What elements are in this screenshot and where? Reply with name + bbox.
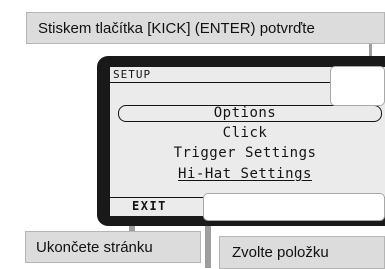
screen-title: SETUP	[113, 68, 152, 81]
exit-callout-text: Ukončete stránku	[36, 238, 153, 256]
menu-item-trigger-settings[interactable]: Trigger Settings	[110, 145, 380, 161]
callout-marker-upper	[330, 66, 385, 106]
menu-item-click[interactable]: Click	[110, 125, 380, 141]
confirm-callout: Stiskem tlačítka [KICK] (ENTER) potvrďte	[26, 12, 385, 44]
callout-marker-lower	[203, 193, 385, 221]
select-callout: Zvolte položku	[219, 236, 385, 269]
menu-item-hi-hat-settings[interactable]: Hi-Hat Settings	[110, 166, 380, 182]
menu-item-options[interactable]: Options	[110, 105, 380, 121]
select-callout-text: Zvolte položku	[232, 244, 329, 261]
exit-button[interactable]: EXIT	[132, 198, 167, 214]
exit-callout: Ukončete stránku	[25, 231, 201, 263]
confirm-callout-text: Stiskem tlačítka [KICK] (ENTER) potvrďte	[38, 19, 315, 37]
